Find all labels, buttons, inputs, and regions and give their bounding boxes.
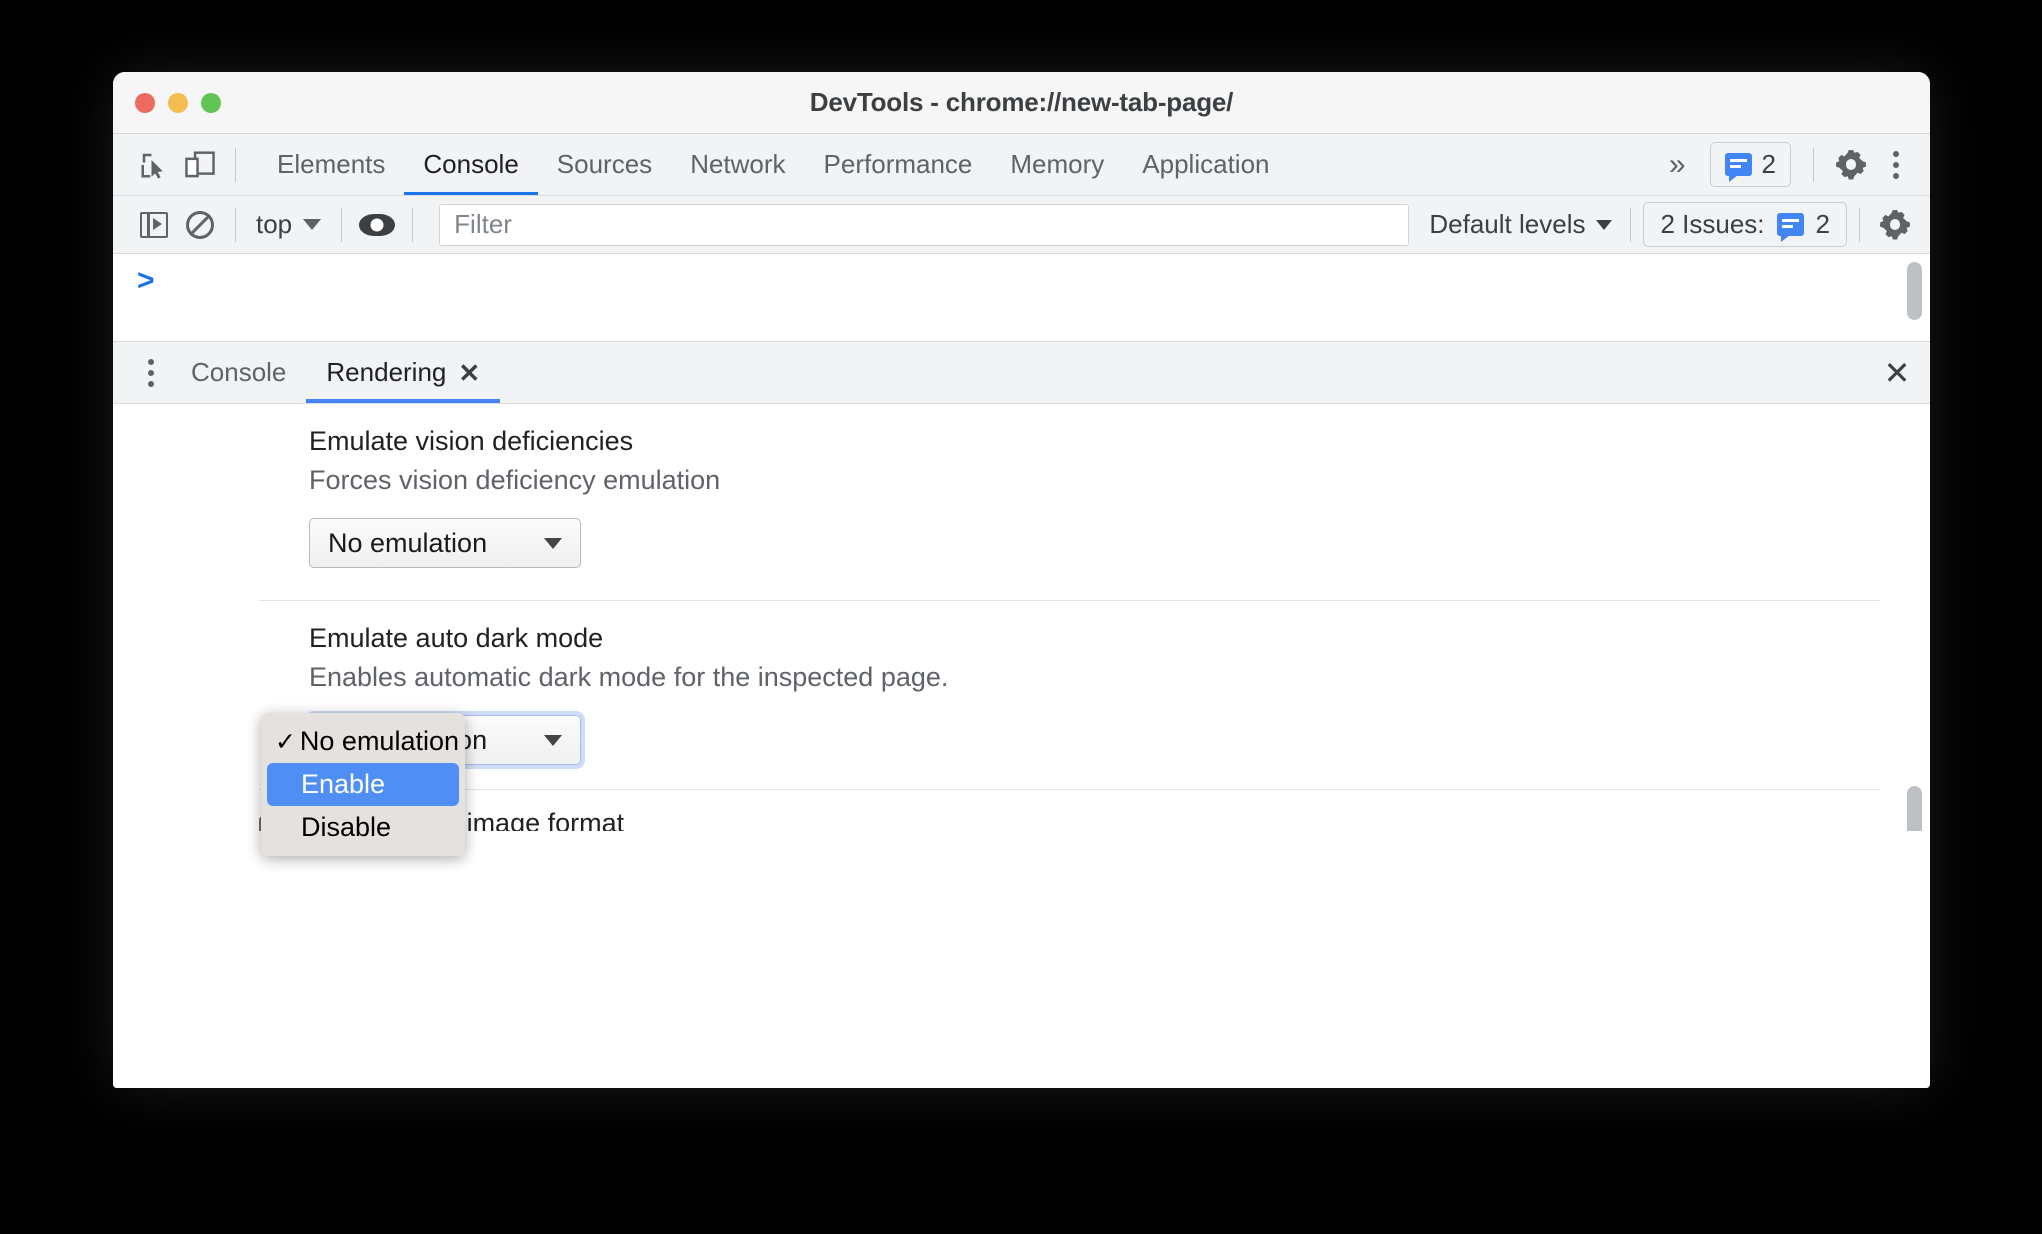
tab-network[interactable]: Network [671, 134, 804, 195]
drawer-tab-strip: Console Rendering ✕ ✕ [113, 342, 1930, 404]
section-title: Emulate auto dark mode [309, 623, 604, 653]
tab-console-label: Console [423, 149, 519, 179]
tab-memory[interactable]: Memory [991, 134, 1123, 195]
panel-tab-list: Elements Console Sources Network Perform… [258, 134, 1289, 195]
issues-speech-bubble-icon [1776, 213, 1804, 242]
section-title: Emulate vision deficiencies [309, 426, 634, 456]
zoom-window-button[interactable] [201, 92, 221, 113]
auto-dark-mode-select-popup[interactable]: ✓ No emulation Enable Disable [261, 713, 465, 856]
chevron-down-icon [544, 537, 562, 549]
toolbar-divider [235, 207, 236, 242]
issues-badge-count: 2 [1761, 149, 1776, 179]
tab-application[interactable]: Application [1123, 134, 1288, 195]
kebab-icon[interactable] [1876, 145, 1916, 185]
show-console-sidebar-icon[interactable] [131, 202, 177, 248]
tab-elements-label: Elements [277, 149, 386, 179]
chevron-down-icon [1596, 219, 1613, 230]
minimize-window-button[interactable] [168, 92, 188, 113]
select-option-label: Enable [301, 769, 386, 799]
console-issues-count: 2 [1815, 209, 1830, 239]
devtools-window: DevTools - chrome://new-tab-page/ Elemen… [113, 72, 1930, 1088]
device-toolbar-icon[interactable] [177, 142, 223, 188]
drawer-tab-rendering[interactable]: Rendering ✕ [306, 342, 500, 403]
console-toolbar: top Filter Default levels 2 Issues: 2 [113, 196, 1930, 254]
select-option-label: No emulation [299, 726, 459, 756]
gear-icon[interactable] [1828, 142, 1874, 188]
section-divider [259, 789, 1880, 790]
console-output-area[interactable]: > [113, 254, 1930, 342]
log-levels-label: Default levels [1429, 209, 1586, 239]
console-prompt-arrow-icon: > [137, 264, 155, 297]
section-description: Forces vision deficiency emulation [309, 465, 721, 495]
drawer-tab-console-label: Console [191, 357, 287, 387]
filter-input[interactable]: Filter [439, 203, 1410, 246]
main-toolbar-right: » 2 [1655, 142, 1916, 188]
tab-sources[interactable]: Sources [538, 134, 671, 195]
issues-speech-bubble-icon [1724, 153, 1752, 182]
main-toolbar: Elements Console Sources Network Perform… [113, 134, 1930, 196]
clear-console-icon[interactable] [177, 202, 223, 248]
console-scrollbar-thumb[interactable] [1907, 262, 1922, 320]
drawer-tab-console[interactable]: Console [171, 342, 306, 403]
kebab-icon[interactable] [131, 353, 171, 393]
inspect-cursor-icon[interactable] [131, 142, 177, 188]
tab-performance[interactable]: Performance [805, 134, 992, 195]
screenshot-root: DevTools - chrome://new-tab-page/ Elemen… [0, 0, 2042, 1234]
tab-sources-label: Sources [556, 149, 653, 179]
window-title: DevTools - chrome://new-tab-page/ [809, 87, 1234, 117]
select-option-enable[interactable]: Enable [267, 763, 459, 806]
tab-network-label: Network [690, 149, 786, 179]
window-bottom-edge [113, 1082, 1930, 1088]
close-window-button[interactable] [135, 92, 155, 113]
section-divider [259, 600, 1880, 601]
check-icon: ✓ [275, 727, 296, 756]
tab-elements[interactable]: Elements [258, 134, 404, 195]
gear-icon[interactable] [1872, 202, 1918, 248]
vision-deficiencies-section: Emulate vision deficiencies Forces visio… [113, 426, 1930, 600]
execution-context-selector[interactable]: top [248, 205, 329, 244]
tab-console[interactable]: Console [404, 134, 539, 195]
execution-context-label: top [256, 209, 293, 239]
select-option-disable[interactable]: Disable [267, 806, 459, 849]
more-tabs-chevron-icon[interactable]: » [1655, 149, 1700, 180]
select-option-no-emulation[interactable]: ✓ No emulation [267, 720, 459, 763]
tab-performance-label: Performance [823, 149, 973, 179]
toolbar-divider [341, 207, 343, 242]
rendering-scrollbar-thumb[interactable] [1907, 786, 1922, 831]
chevron-down-icon [303, 219, 322, 230]
eye-icon[interactable] [354, 202, 400, 248]
toolbar-divider [412, 207, 414, 242]
log-levels-selector[interactable]: Default levels [1423, 205, 1618, 244]
toolbar-divider [1859, 207, 1860, 242]
toolbar-divider [1630, 207, 1632, 242]
console-issues-label: 2 Issues: [1660, 209, 1765, 239]
vision-deficiency-select-value: No emulation [328, 527, 488, 558]
drawer-tab-rendering-label: Rendering [326, 357, 447, 387]
tab-application-label: Application [1142, 149, 1270, 179]
select-option-label: Disable [301, 812, 392, 842]
tab-memory-label: Memory [1010, 149, 1105, 179]
issues-badge-button[interactable]: 2 [1709, 142, 1791, 187]
close-icon[interactable]: ✕ [458, 360, 480, 386]
section-description: Enables automatic dark mode for the insp… [309, 662, 949, 692]
toolbar-divider [1813, 147, 1814, 182]
chevron-down-icon [544, 734, 562, 746]
window-title-bar: DevTools - chrome://new-tab-page/ [113, 72, 1930, 134]
toolbar-divider [235, 147, 236, 182]
traffic-light-buttons [135, 92, 221, 113]
console-issues-button[interactable]: 2 Issues: 2 [1643, 202, 1847, 247]
vision-deficiency-select[interactable]: No emulation [309, 518, 581, 568]
close-drawer-button[interactable]: ✕ [1874, 350, 1920, 396]
